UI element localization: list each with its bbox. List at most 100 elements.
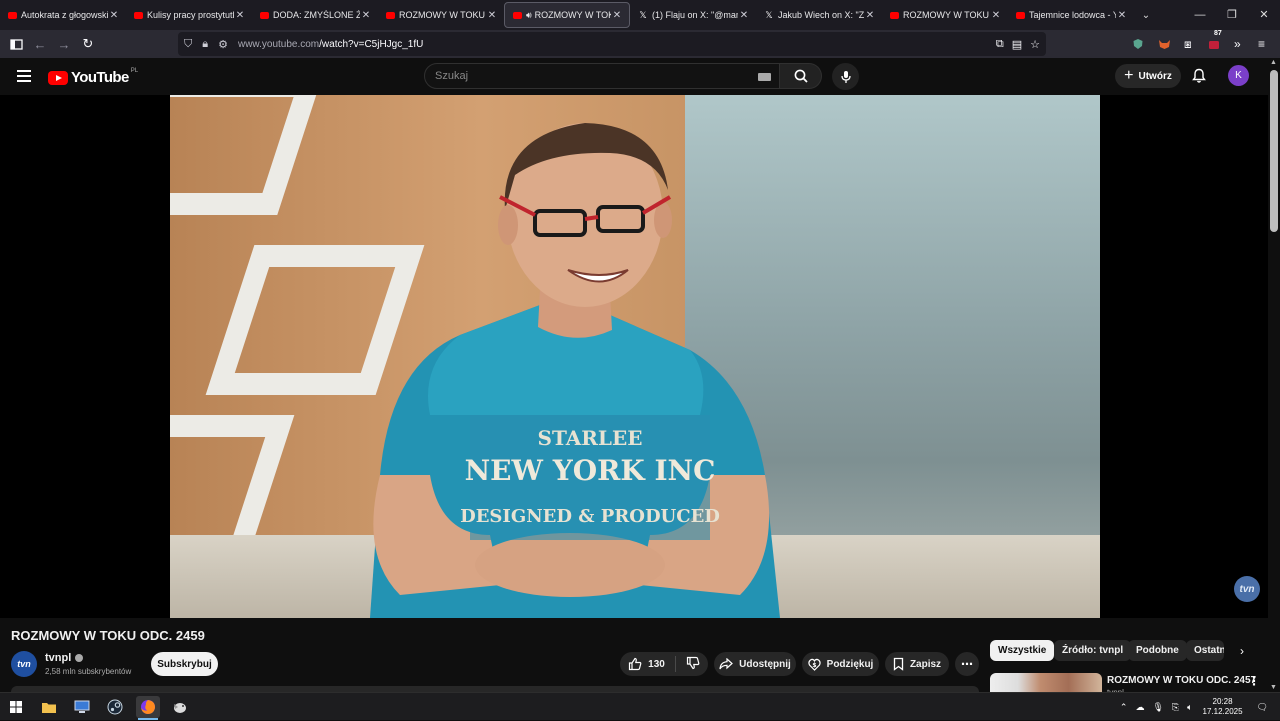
steam-icon[interactable] [103, 696, 127, 718]
browser-nav-bar: ← → ↻ ⛉ 🔒︎ ⚙︎ www.youtube.com/watch?v=C5… [0, 30, 1280, 58]
channel-avatar[interactable]: tvn [11, 651, 37, 677]
youtube-logo[interactable]: YouTube PL [48, 68, 138, 86]
windows-start-icon[interactable] [4, 696, 28, 718]
close-icon[interactable]: ✕ [360, 10, 372, 21]
video-frame[interactable]: STARLEE NEW YORK INC DESIGNED & PRODUCED [170, 95, 1100, 618]
picture-in-picture-icon[interactable]: ⧉ [996, 38, 1004, 51]
browser-tab[interactable]: Kulisy pracy prostytutki. |✕ [126, 0, 252, 30]
speaker-icon[interactable]: 🔊︎ [526, 10, 532, 21]
browser-tab[interactable]: Autokrata z głogowskiej ✕ [0, 0, 126, 30]
close-icon[interactable]: ✕ [738, 10, 750, 21]
share-button[interactable]: Udostępnij [714, 652, 796, 676]
close-window-icon[interactable]: ✕ [1248, 0, 1280, 30]
minimize-icon[interactable]: — [1184, 0, 1216, 30]
extension-fox-icon[interactable] [1158, 32, 1171, 56]
chevron-right-icon[interactable]: › [1232, 640, 1252, 661]
page-scrollbar[interactable]: ▲ ▼ [1268, 58, 1280, 692]
close-icon[interactable]: ✕ [990, 10, 1002, 21]
search-input[interactable] [435, 70, 735, 82]
browser-tab[interactable]: 𝕏Jakub Wiech on X: "Zrob✕ [756, 0, 882, 30]
bookmark-star-icon[interactable]: ☆ [1030, 38, 1040, 51]
extension-shield-icon[interactable] [1132, 32, 1144, 56]
list-all-tabs-icon[interactable]: ⌄ [1134, 10, 1158, 21]
close-icon[interactable]: ✕ [486, 10, 498, 21]
scrollbar-thumb[interactable] [1270, 70, 1278, 232]
restore-icon[interactable]: ❐ [1216, 0, 1248, 30]
save-button[interactable]: Zapisz [885, 652, 949, 676]
thanks-dollar-icon: $ [807, 658, 821, 671]
window-controls: — ❐ ✕ [1184, 0, 1280, 30]
tracking-shield-icon[interactable]: ⛉ [184, 38, 192, 51]
network-icon[interactable]: ⎘ [1172, 702, 1179, 713]
recommended-video-thumbnail[interactable] [990, 673, 1102, 693]
sidebar-toggle-icon[interactable] [4, 32, 28, 56]
app-menu-icon[interactable]: ≡ [1258, 32, 1265, 56]
url-text: www.youtube.com/watch?v=C5jHJgc_1fU [237, 38, 424, 50]
app-bird-icon[interactable] [168, 696, 192, 718]
channel-watermark[interactable]: tvn [1234, 576, 1260, 602]
svg-text:$: $ [812, 661, 816, 668]
extension-badge-icon[interactable]: 87 [1208, 30, 1222, 56]
back-arrow-icon[interactable]: ← [28, 32, 52, 56]
more-vertical-icon[interactable]: ⋮ [1248, 674, 1260, 688]
reader-view-icon[interactable]: ▤ [1012, 38, 1022, 51]
onedrive-cloud-icon[interactable]: ☁︎ [1135, 702, 1144, 713]
subscriber-count: 2,58 mln subskrybentów [45, 667, 132, 676]
create-button[interactable]: + Utwórz [1115, 64, 1181, 88]
volume-icon[interactable]: 🔈︎ [1187, 702, 1192, 713]
close-icon[interactable]: ✕ [234, 10, 246, 21]
browser-tab[interactable]: 𝕏(1) Flaju on X: "@mamicz✕ [630, 0, 756, 30]
browser-tab[interactable]: ROZMOWY W TOKU ODC.✕ [882, 0, 1008, 30]
scroll-up-arrow-icon[interactable]: ▲ [1270, 59, 1277, 66]
account-avatar[interactable]: K [1228, 65, 1249, 86]
browser-tab[interactable]: Tajemnice lodowca - You✕ [1008, 0, 1134, 30]
close-icon[interactable]: ✕ [108, 10, 120, 21]
video-player[interactable]: STARLEE NEW YORK INC DESIGNED & PRODUCED… [0, 95, 1268, 618]
search-button[interactable] [780, 63, 822, 89]
youtube-icon [260, 11, 269, 19]
browser-tab-active[interactable]: 🔊︎ROZMOWY W TOKU✕ [504, 2, 630, 28]
permissions-icon[interactable]: ⚙︎ [218, 38, 228, 51]
chip-all[interactable]: Wszystkie [990, 640, 1055, 661]
system-tray: ⌃ ☁︎ 🎙︎ ⎘ 🔈︎ 20:28 17.12.2025 🗨︎ [1116, 693, 1280, 721]
file-explorer-icon[interactable] [37, 696, 61, 718]
more-actions-icon[interactable]: ⋯ [955, 652, 979, 676]
keyboard-icon[interactable] [758, 73, 771, 81]
channel-name[interactable]: tvnpl [45, 652, 84, 664]
close-icon[interactable]: ✕ [611, 10, 623, 21]
address-bar[interactable]: ⛉ 🔒︎ ⚙︎ www.youtube.com/watch?v=C5jHJgc_… [178, 32, 1046, 56]
thumbs-down-icon [686, 656, 700, 669]
close-icon[interactable]: ✕ [864, 10, 876, 21]
microphone-tray-icon[interactable]: 🎙︎ [1152, 702, 1163, 713]
recommended-video-title[interactable]: ROZMOWY W TOKU ODC. 2457 [1107, 675, 1256, 686]
close-icon[interactable]: ✕ [1116, 10, 1128, 21]
youtube-play-icon [48, 70, 68, 85]
dislike-button[interactable] [686, 656, 700, 673]
chip-recent[interactable]: Ostatnio [1186, 640, 1224, 661]
computer-app-icon[interactable] [70, 696, 94, 718]
like-button[interactable] [628, 657, 642, 671]
windows-taskbar: ⌃ ☁︎ 🎙︎ ⎘ 🔈︎ 20:28 17.12.2025 🗨︎ [0, 692, 1280, 720]
guide-menu-icon[interactable] [17, 70, 31, 82]
tray-chevron-up-icon[interactable]: ⌃ [1120, 702, 1128, 713]
lock-icon[interactable]: 🔒︎ [202, 38, 208, 51]
thanks-button[interactable]: $ Podziękuj [802, 652, 879, 676]
forward-arrow-icon[interactable]: → [52, 32, 76, 56]
system-clock[interactable]: 20:28 17.12.2025 [1203, 697, 1243, 717]
chip-related[interactable]: Podobne [1128, 640, 1187, 661]
notifications-bell-icon[interactable] [1190, 67, 1208, 85]
firefox-icon[interactable] [136, 696, 160, 720]
voice-search-button[interactable] [832, 63, 859, 90]
notifications-icon[interactable]: 🗨︎ [1257, 702, 1268, 713]
subscribe-button[interactable]: Subskrybuj [151, 652, 218, 676]
reload-icon[interactable]: ↻ [76, 32, 100, 56]
scroll-down-arrow-icon[interactable]: ▼ [1270, 684, 1277, 691]
browser-tab[interactable]: ROZMOWY W TOKU ODC.✕ [378, 0, 504, 30]
shirt-print-line: STARLEE [538, 426, 643, 450]
thumbs-up-icon [629, 657, 642, 671]
more-tools-chevron-icon[interactable]: » [1234, 32, 1241, 56]
chip-source[interactable]: Źródło: tvnpl [1054, 640, 1132, 661]
browser-tab[interactable]: DODA: ZMYŚLONE ŻYCIE✕ [252, 0, 378, 30]
extensions-puzzle-icon[interactable]: ⧆ [1184, 32, 1192, 56]
like-dislike-group: 130 [620, 652, 708, 676]
